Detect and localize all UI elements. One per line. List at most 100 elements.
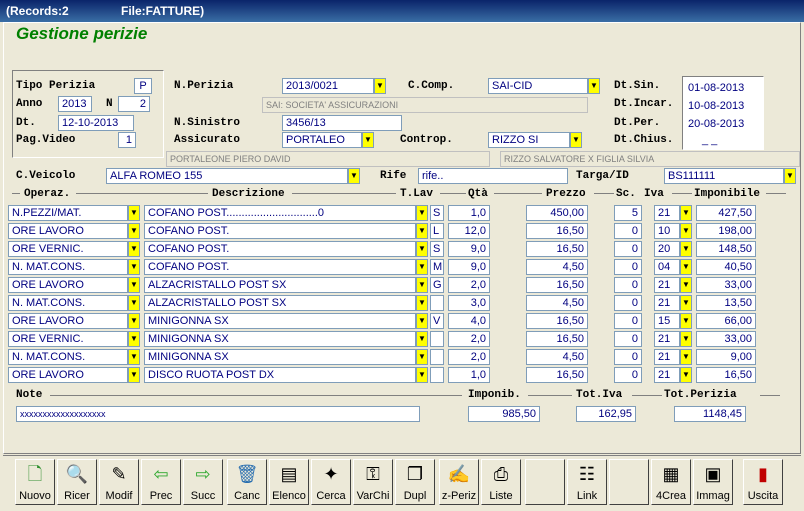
uscita-button[interactable]: ▮ Uscita — [743, 459, 783, 505]
ricer-button[interactable]: 🔍 Ricer — [57, 459, 97, 505]
targa-field[interactable]: BS111111 — [664, 168, 784, 184]
row-sc-field[interactable]: 0 — [614, 331, 642, 347]
row-iva-field[interactable]: 21 — [654, 367, 680, 383]
row-descrizione-field[interactable]: DISCO RUOTA POST DX — [144, 367, 416, 383]
row-descrizione-field[interactable]: MINIGONNA SX — [144, 331, 416, 347]
row-tlav-field[interactable] — [430, 295, 444, 311]
row-sc-field[interactable]: 0 — [614, 367, 642, 383]
row-iva-field[interactable]: 04 — [654, 259, 680, 275]
row-tlav-field[interactable] — [430, 367, 444, 383]
row-iva-dropdown[interactable]: ▼ — [680, 241, 692, 257]
row-descrizione-field[interactable]: MINIGONNA SX — [144, 349, 416, 365]
nsinistro-field[interactable]: 3456/13 — [282, 115, 402, 131]
dt-field[interactable]: 12-10-2013 — [58, 115, 134, 131]
row-descrizione-dropdown[interactable]: ▼ — [416, 205, 428, 221]
row-descrizione-dropdown[interactable]: ▼ — [416, 295, 428, 311]
row-operaz-field[interactable]: ORE VERNIC. — [8, 331, 128, 347]
dtchius-value[interactable]: _ _ — [702, 134, 717, 146]
row-prezzo-field[interactable]: 4,50 — [526, 259, 588, 275]
row-descrizione-field[interactable]: COFANO POST. — [144, 223, 416, 239]
row-descrizione-dropdown[interactable]: ▼ — [416, 223, 428, 239]
row-iva-field[interactable]: 21 — [654, 205, 680, 221]
link-button[interactable]: ☷ Link — [567, 459, 607, 505]
row-descrizione-field[interactable]: COFANO POST. — [144, 241, 416, 257]
row-qta-field[interactable]: 9,0 — [448, 241, 490, 257]
row-prezzo-field[interactable]: 450,00 — [526, 205, 588, 221]
row-operaz-field[interactable]: ORE LAVORO — [8, 367, 128, 383]
nperizia-dropdown[interactable]: ▼ — [374, 78, 386, 94]
row-qta-field[interactable]: 12,0 — [448, 223, 490, 239]
z-periz-button[interactable]: ✍ z-Periz — [439, 459, 479, 505]
row-operaz-dropdown[interactable]: ▼ — [128, 205, 140, 221]
rife-field[interactable]: rife.. — [418, 168, 568, 184]
prec-button[interactable]: ⇦ Prec — [141, 459, 181, 505]
immag-button[interactable]: ▣ Immag — [693, 459, 733, 505]
row-qta-field[interactable]: 1,0 — [448, 367, 490, 383]
row-operaz-field[interactable]: N.PEZZI/MAT. — [8, 205, 128, 221]
row-qta-field[interactable]: 1,0 — [448, 205, 490, 221]
cveicolo-dropdown[interactable]: ▼ — [348, 168, 360, 184]
row-iva-dropdown[interactable]: ▼ — [680, 205, 692, 221]
row-tlav-field[interactable] — [430, 349, 444, 365]
row-qta-field[interactable]: 2,0 — [448, 349, 490, 365]
row-iva-field[interactable]: 20 — [654, 241, 680, 257]
row-qta-field[interactable]: 2,0 — [448, 331, 490, 347]
row-descrizione-dropdown[interactable]: ▼ — [416, 367, 428, 383]
elenco-button[interactable]: ▤ Elenco — [269, 459, 309, 505]
dtsin-value[interactable]: 01-08-2013 — [688, 82, 744, 94]
row-prezzo-field[interactable]: 16,50 — [526, 331, 588, 347]
row-operaz-dropdown[interactable]: ▼ — [128, 295, 140, 311]
row-operaz-dropdown[interactable]: ▼ — [128, 313, 140, 329]
row-descrizione-dropdown[interactable]: ▼ — [416, 277, 428, 293]
row-descrizione-dropdown[interactable]: ▼ — [416, 349, 428, 365]
row-descrizione-field[interactable]: MINIGONNA SX — [144, 313, 416, 329]
row-prezzo-field[interactable]: 4,50 — [526, 295, 588, 311]
cerca-button[interactable]: ✦ Cerca — [311, 459, 351, 505]
cveicolo-field[interactable]: ALFA ROMEO 155 — [106, 168, 348, 184]
row-prezzo-field[interactable]: 16,50 — [526, 223, 588, 239]
row-qta-field[interactable]: 2,0 — [448, 277, 490, 293]
row-operaz-dropdown[interactable]: ▼ — [128, 241, 140, 257]
row-iva-dropdown[interactable]: ▼ — [680, 313, 692, 329]
dtper-value[interactable]: 20-08-2013 — [688, 118, 744, 130]
row-qta-field[interactable]: 3,0 — [448, 295, 490, 311]
row-sc-field[interactable]: 5 — [614, 205, 642, 221]
row-descrizione-dropdown[interactable]: ▼ — [416, 241, 428, 257]
row-tlav-field[interactable] — [430, 331, 444, 347]
row-descrizione-field[interactable]: ALZACRISTALLO POST SX — [144, 295, 416, 311]
nperizia-field[interactable]: 2013/0021 — [282, 78, 374, 94]
row-iva-dropdown[interactable]: ▼ — [680, 367, 692, 383]
4crea-button[interactable]: ▦ 4Crea — [651, 459, 691, 505]
row-tlav-field[interactable]: S — [430, 205, 444, 221]
row-iva-dropdown[interactable]: ▼ — [680, 331, 692, 347]
nuovo-button[interactable]: 🗋 Nuovo — [15, 459, 55, 505]
row-iva-field[interactable]: 21 — [654, 349, 680, 365]
row-operaz-field[interactable]: ORE VERNIC. — [8, 241, 128, 257]
row-descrizione-field[interactable]: COFANO POST.............................… — [144, 205, 416, 221]
varchi-button[interactable]: ⚿ VarChi — [353, 459, 393, 505]
dtincar-value[interactable]: 10-08-2013 — [688, 100, 744, 112]
note-field[interactable]: xxxxxxxxxxxxxxxxxxx — [16, 406, 420, 422]
row-operaz-dropdown[interactable]: ▼ — [128, 367, 140, 383]
row-operaz-field[interactable]: ORE LAVORO — [8, 313, 128, 329]
row-descrizione-field[interactable]: ALZACRISTALLO POST SX — [144, 277, 416, 293]
modif-button[interactable]: ✎ Modif — [99, 459, 139, 505]
tipo-field[interactable]: P — [134, 78, 152, 94]
row-prezzo-field[interactable]: 16,50 — [526, 241, 588, 257]
row-iva-dropdown[interactable]: ▼ — [680, 259, 692, 275]
row-operaz-field[interactable]: N. MAT.CONS. — [8, 295, 128, 311]
anno-field[interactable]: 2013 — [58, 96, 92, 112]
succ-button[interactable]: ⇨ Succ — [183, 459, 223, 505]
dupl-button[interactable]: ❐ Dupl — [395, 459, 435, 505]
row-iva-field[interactable]: 10 — [654, 223, 680, 239]
row-iva-field[interactable]: 15 — [654, 313, 680, 329]
row-sc-field[interactable]: 0 — [614, 259, 642, 275]
row-qta-field[interactable]: 4,0 — [448, 313, 490, 329]
contrope-field[interactable]: RIZZO SI — [488, 132, 570, 148]
liste-button[interactable]: ⎙ Liste — [481, 459, 521, 505]
assicurato-field[interactable]: PORTALEO — [282, 132, 362, 148]
row-iva-field[interactable]: 21 — [654, 277, 680, 293]
row-operaz-field[interactable]: ORE LAVORO — [8, 223, 128, 239]
row-operaz-dropdown[interactable]: ▼ — [128, 349, 140, 365]
row-descrizione-dropdown[interactable]: ▼ — [416, 331, 428, 347]
